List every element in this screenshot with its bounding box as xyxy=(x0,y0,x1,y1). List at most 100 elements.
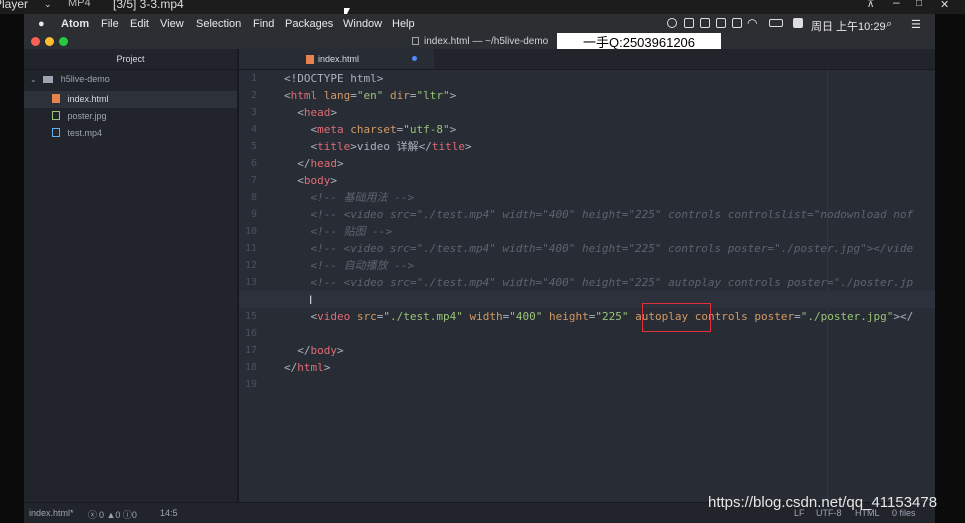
tree-root-label: h5live-demo xyxy=(60,74,110,84)
code-lines[interactable]: <!DOCTYPE html> <html lang="en" dir="ltr"… xyxy=(239,70,935,502)
tree-file-label: poster.jpg xyxy=(67,111,107,121)
bluetooth-icon[interactable] xyxy=(716,18,726,28)
menu-edit[interactable]: Edit xyxy=(130,18,149,30)
line-number: 7 xyxy=(250,175,257,186)
pin-icon[interactable]: ⊼ xyxy=(867,0,874,10)
code-line[interactable]: <!DOCTYPE html> xyxy=(284,70,383,87)
player-menu-chevron-icon[interactable]: ⌄ xyxy=(44,0,52,10)
code-line[interactable] xyxy=(239,291,935,308)
battery-icon[interactable] xyxy=(769,19,783,27)
code-editor[interactable]: 1 2 3 4 5 6 7 8 9 10 11 12 13 14 15 16 1… xyxy=(239,70,935,502)
line-number: 4 xyxy=(250,124,257,135)
code-line[interactable]: <meta charset="utf-8"> xyxy=(284,121,457,138)
line-number-gutter: 1 2 3 4 5 6 7 8 9 10 11 12 13 14 15 16 1… xyxy=(239,70,273,502)
tree-file-label: test.mp4 xyxy=(67,128,103,138)
html5-file-icon xyxy=(52,94,60,103)
player-file-title: [3/5] 3-3.mp4 xyxy=(113,0,184,11)
grid-icon[interactable] xyxy=(732,18,742,28)
spotlight-icon[interactable]: ⌕ xyxy=(886,18,892,31)
tab-bar: index.html xyxy=(239,49,935,70)
menu-view[interactable]: View xyxy=(160,18,184,30)
line-number: 15 xyxy=(244,311,257,322)
app-status-icon[interactable] xyxy=(700,18,710,28)
code-line[interactable]: <!-- <video src="./test.mp4" width="400"… xyxy=(284,240,913,257)
code-line[interactable]: <body> xyxy=(284,172,337,189)
code-line[interactable]: <html lang="en" dir="ltr"> xyxy=(284,87,456,104)
wifi-icon[interactable]: ◠ xyxy=(747,16,757,30)
right-letterbox xyxy=(935,14,965,522)
left-letterbox xyxy=(0,14,24,522)
status-diagnostics[interactable]: 0 ▲0 ⓘ0 xyxy=(99,508,137,521)
image-file-icon xyxy=(52,111,60,120)
line-number: 10 xyxy=(244,226,257,237)
project-tree-panel: Project ⌄ h5live-demo index.html poster.… xyxy=(24,49,237,502)
code-line[interactable]: <!-- 贴图 --> xyxy=(284,223,392,240)
tab-index-html[interactable]: index.html xyxy=(239,49,434,69)
line-number: 8 xyxy=(250,192,257,203)
line-number: 16 xyxy=(244,328,257,339)
line-number: 13 xyxy=(244,277,257,288)
tree-root-folder[interactable]: ⌄ h5live-demo xyxy=(24,71,237,88)
notification-center-icon[interactable]: ☰ xyxy=(911,18,921,31)
menu-selection[interactable]: Selection xyxy=(196,18,241,30)
menu-find[interactable]: Find xyxy=(253,18,274,30)
player-format-label: MP4 xyxy=(68,0,91,9)
window-zoom-button[interactable] xyxy=(59,37,68,46)
tree-file-index-html[interactable]: index.html xyxy=(24,91,237,108)
sync-app-icon[interactable] xyxy=(793,18,803,28)
record-icon[interactable] xyxy=(667,18,677,28)
window-minimize-button[interactable] xyxy=(45,37,54,46)
unsaved-dot-icon[interactable] xyxy=(412,56,417,61)
code-line[interactable]: <video src="./test.mp4" width="400" heig… xyxy=(284,308,914,325)
line-number: 11 xyxy=(244,243,257,254)
code-line[interactable]: </html> xyxy=(284,359,330,376)
line-number: 1 xyxy=(250,73,257,84)
status-file-name[interactable]: index.html* xyxy=(29,508,74,518)
line-number: 17 xyxy=(244,345,257,356)
menu-help[interactable]: Help xyxy=(392,18,415,30)
player-title-bar: Player ⌄ MP4 [3/5] 3-3.mp4 ⊼ ‒ □ ✕ xyxy=(0,0,965,14)
csdn-watermark: https://blog.csdn.net/qq_41153478 xyxy=(708,494,938,511)
code-line[interactable]: </body> xyxy=(284,342,343,359)
html-file-icon xyxy=(412,37,419,45)
code-line[interactable]: <!-- <video src="./test.mp4" width="400"… xyxy=(284,274,913,291)
diagnostics-icon[interactable]: ⓧ xyxy=(88,508,97,521)
line-number: 5 xyxy=(250,141,257,152)
line-number: 6 xyxy=(250,158,257,169)
close-icon[interactable]: ✕ xyxy=(940,0,949,11)
menu-file[interactable]: File xyxy=(101,18,119,30)
line-number: 9 xyxy=(250,209,257,220)
maximize-icon[interactable]: □ xyxy=(916,0,922,9)
code-line[interactable]: <!-- 自动播放 --> xyxy=(284,257,414,274)
media-file-icon xyxy=(52,128,60,137)
window-title: index.html — ~/h5live-demo xyxy=(424,36,549,47)
mac-menu-bar: ● Atom File Edit View Selection Find Pac… xyxy=(24,14,935,34)
tree-header: Project xyxy=(24,49,237,70)
menu-window[interactable]: Window xyxy=(343,18,382,30)
window-title-bar: index.html — ~/h5live-demo xyxy=(24,34,935,49)
code-line[interactable]: <!-- 基础用法 --> xyxy=(284,189,414,206)
tab-label: index.html xyxy=(318,54,360,64)
chevron-down-icon: ⌄ xyxy=(30,75,37,84)
line-number: 2 xyxy=(250,90,257,101)
window-close-button[interactable] xyxy=(31,37,40,46)
code-line[interactable]: <head> xyxy=(284,104,337,121)
html5-file-icon xyxy=(306,55,314,64)
line-number: 19 xyxy=(244,379,257,390)
status-cursor-position[interactable]: 14:5 xyxy=(160,508,178,518)
autoplay-highlight-box xyxy=(642,303,711,332)
code-line[interactable]: <!-- <video src="./test.mp4" width="400"… xyxy=(284,206,913,223)
menu-clock[interactable]: 周日 上午10:29 xyxy=(811,18,886,34)
wechat-icon[interactable] xyxy=(684,18,694,28)
tree-file-test-mp4[interactable]: test.mp4 xyxy=(24,125,237,142)
menu-packages[interactable]: Packages xyxy=(285,18,333,30)
minimize-icon[interactable]: ‒ xyxy=(893,0,900,9)
menu-app-name[interactable]: Atom xyxy=(61,18,89,30)
apple-icon[interactable]: ● xyxy=(38,18,45,30)
tree-file-label: index.html xyxy=(67,94,109,104)
code-line[interactable]: <title>video 详解</title> xyxy=(284,138,472,155)
folder-icon xyxy=(43,76,54,83)
text-cursor-icon: I xyxy=(309,293,313,307)
code-line[interactable]: </head> xyxy=(284,155,343,172)
tree-file-poster-jpg[interactable]: poster.jpg xyxy=(24,108,237,125)
